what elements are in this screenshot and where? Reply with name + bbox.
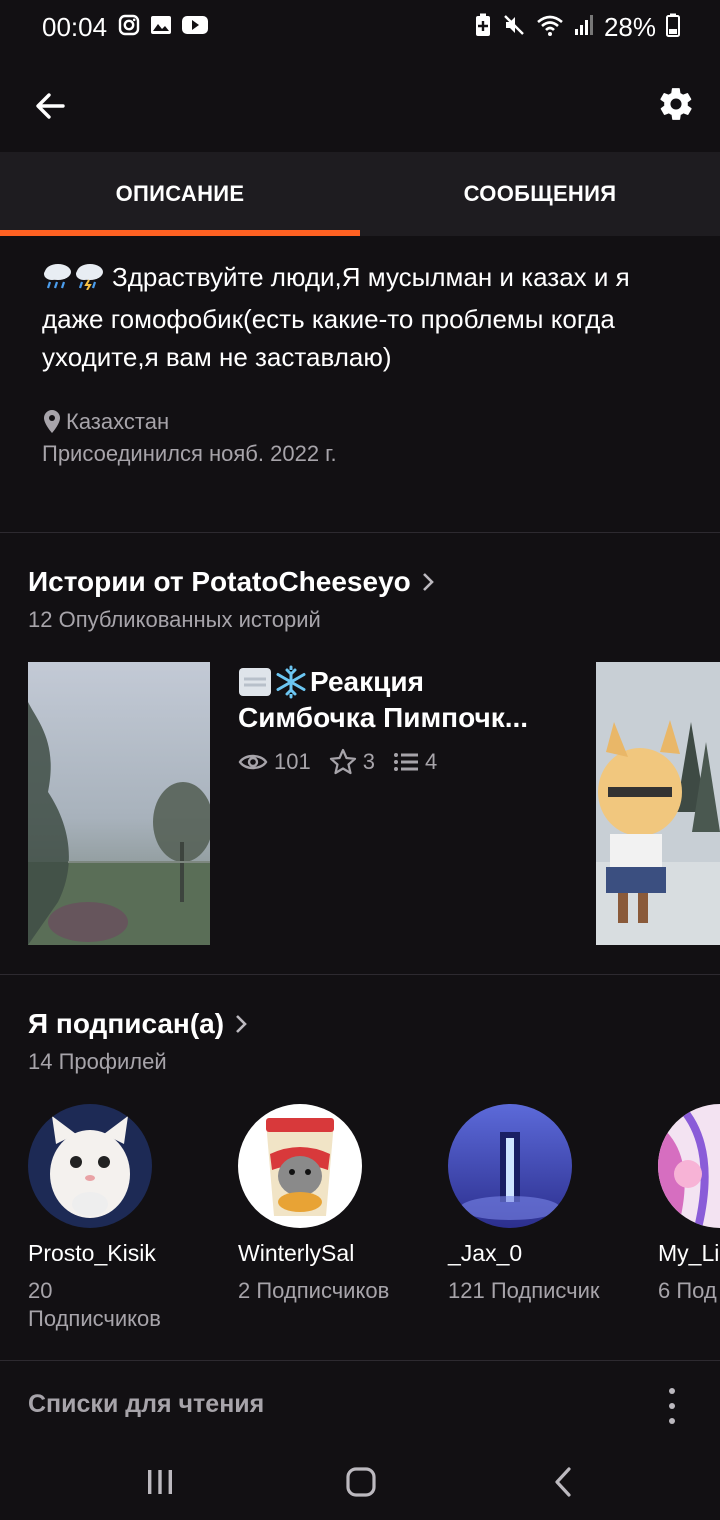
system-nav-bar: [0, 1440, 720, 1520]
story-info[interactable]: Реакция Симбочка Пимпочк... 101 3 4: [238, 664, 578, 776]
recents-button[interactable]: [130, 1460, 190, 1504]
story-title: Реакция Симбочка Пимпочк...: [238, 664, 578, 736]
location-text: Казахстан: [66, 409, 170, 434]
more-options-button[interactable]: [660, 1388, 684, 1424]
divider: [0, 532, 720, 533]
fog-emoji-icon: [239, 668, 271, 696]
profile-card[interactable]: WinterlySal 2 Подписчиков: [238, 1104, 438, 1305]
rain-cloud-icon: [42, 260, 108, 300]
signal-icon: [574, 13, 594, 42]
story-title-line2: Симбочка Пимпочк...: [238, 702, 529, 733]
home-button[interactable]: [331, 1460, 391, 1504]
stories-section-title: Истории от PotatoCheeseyo: [28, 566, 411, 597]
votes-count: 3: [362, 749, 375, 774]
youtube-icon: [182, 14, 208, 41]
system-back-button[interactable]: [533, 1460, 593, 1504]
location-pin-icon: [44, 410, 60, 433]
profile-followers-label: Подписчиков: [28, 1306, 161, 1331]
battery-percent: 28%: [603, 12, 656, 42]
list-icon: [393, 753, 418, 771]
location-row: Казахстан: [42, 406, 682, 438]
about-description: Здраствуйте люди,Я мусылман и казах и я …: [42, 258, 682, 376]
tab-bar: ОПИСАНИЕ СООБЩЕНИЯ: [0, 152, 720, 236]
profile-followers: 121 Подписчик: [448, 1278, 600, 1303]
story-cover-2[interactable]: [596, 662, 720, 945]
parts-stat: 4: [393, 749, 437, 775]
profile-name: _Jax_0: [448, 1240, 523, 1266]
about-section: Здраствуйте люди,Я мусылман и казах и я …: [42, 258, 682, 470]
status-time: 00:04: [42, 12, 108, 42]
story-cover-1[interactable]: [28, 662, 210, 945]
mute-icon: [502, 13, 526, 42]
back-button[interactable]: [26, 82, 74, 130]
arrow-left-icon: [36, 93, 65, 119]
top-app-bar: [0, 56, 720, 152]
profile-name: Prosto_Kisik: [28, 1240, 156, 1266]
stories-count: 12 Опубликованных историй: [28, 607, 321, 632]
settings-button[interactable]: [652, 80, 700, 128]
profile-card[interactable]: _Jax_0 121 Подписчик: [448, 1104, 648, 1305]
chevron-right-icon: [422, 573, 434, 591]
views-stat: 101: [238, 749, 311, 775]
star-icon: [329, 748, 356, 775]
about-meta: Казахстан Присоединился нояб. 2022 г.: [42, 406, 682, 470]
profile-card[interactable]: Prosto_Kisik 20 Подписчиков: [28, 1104, 228, 1333]
gear-icon: [660, 88, 692, 120]
home-icon: [346, 1467, 376, 1497]
active-tab-indicator: [0, 230, 360, 236]
stories-section-header[interactable]: Истории от PotatoCheeseyo: [28, 566, 435, 598]
chevron-right-icon: [236, 1015, 247, 1033]
divider: [0, 1360, 720, 1361]
following-section-header[interactable]: Я подписан(а): [28, 1008, 248, 1040]
story-stats: 101 3 4: [238, 748, 578, 776]
profile-card[interactable]: My_Li 6 Под: [658, 1104, 720, 1305]
status-right-icons: 28%: [474, 12, 680, 43]
battery-saver-icon: [474, 13, 492, 42]
tab-description[interactable]: ОПИСАНИЕ: [0, 152, 360, 236]
joined-date: Присоединился нояб. 2022 г.: [42, 441, 337, 466]
avatar: [28, 1104, 152, 1228]
profile-followers: 2 Подписчиков: [238, 1278, 390, 1303]
tab-description-label: ОПИСАНИЕ: [115, 181, 245, 206]
instagram-icon: [118, 14, 140, 41]
wifi-icon: [536, 13, 564, 42]
snowflake-icon: [276, 665, 306, 699]
recents-icon: [148, 1470, 172, 1494]
profile-followers: 6 Под: [658, 1278, 717, 1303]
status-left-icons: [118, 14, 208, 41]
reading-lists-title: Списки для чтения: [28, 1390, 265, 1418]
profile-name: My_Li: [658, 1240, 720, 1266]
tab-messages-label: СООБЩЕНИЯ: [463, 181, 617, 206]
votes-stat: 3: [329, 748, 375, 776]
battery-icon: [666, 13, 680, 42]
parts-count: 4: [424, 749, 438, 774]
about-text: Здраствуйте люди,Я мусылман и казах и я …: [42, 262, 630, 372]
views-count: 101: [274, 749, 311, 774]
divider: [0, 974, 720, 975]
tab-messages[interactable]: СООБЩЕНИЯ: [360, 152, 720, 236]
profile-followers-count: 20: [28, 1278, 53, 1303]
avatar: [448, 1104, 572, 1228]
more-vertical-icon: [669, 1388, 675, 1394]
profile-followers: 20 Подписчиков: [28, 1277, 228, 1333]
status-bar: 00:04 28%: [0, 0, 720, 56]
following-section-title: Я подписан(а): [28, 1008, 225, 1039]
story-title-line1: Реакция: [310, 666, 424, 697]
avatar: [658, 1104, 720, 1228]
profile-name: WinterlySal: [238, 1240, 355, 1266]
following-count: 14 Профилей: [28, 1049, 167, 1074]
avatar: [238, 1104, 362, 1228]
eye-icon: [238, 754, 268, 770]
gallery-icon: [150, 14, 172, 41]
back-chevron-icon: [555, 1467, 571, 1497]
